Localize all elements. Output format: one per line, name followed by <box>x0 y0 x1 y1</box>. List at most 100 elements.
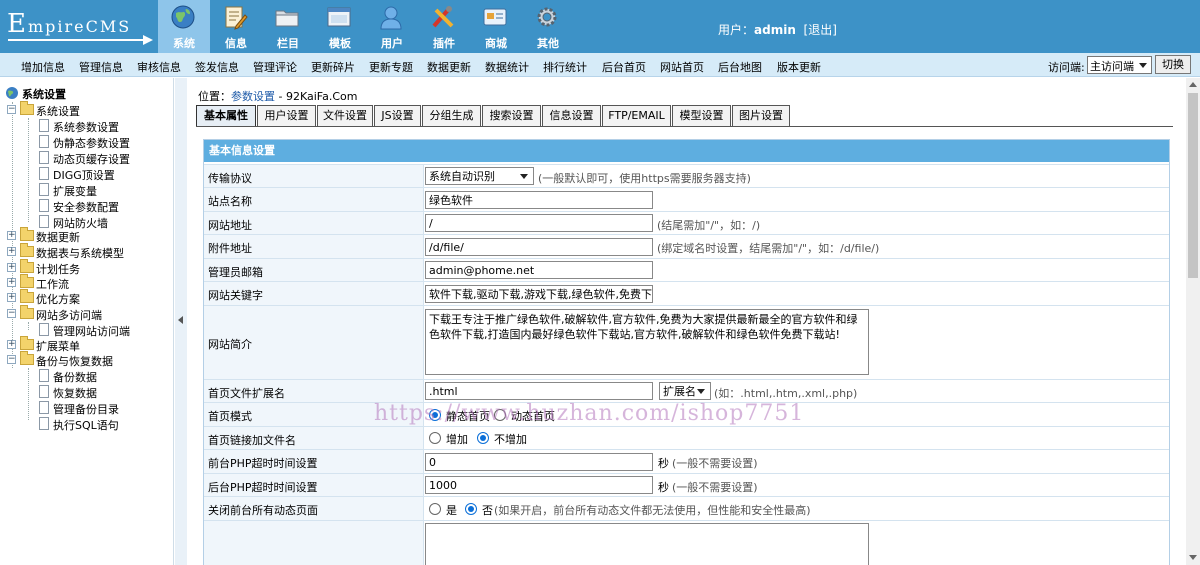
document-icon <box>39 385 49 398</box>
closedyn-yes-radio[interactable] <box>429 503 441 515</box>
menu-admin-map[interactable]: 后台地图 <box>718 59 762 75</box>
chevron-down-icon <box>1139 63 1147 68</box>
row-email: 管理员邮箱 admin@phome.net <box>204 258 1169 281</box>
next-textarea[interactable] <box>425 523 869 565</box>
expand-icon[interactable]: + <box>7 247 16 256</box>
row-fileurl: 附件地址 /d/file/ (绑定域名时设置，结尾需加"/"，如：/d/file… <box>204 234 1169 258</box>
tab-user[interactable]: 用户设置 <box>257 105 316 126</box>
ext-select[interactable]: 扩展名 <box>659 382 711 400</box>
visit-end-label: 访问端: <box>1048 61 1085 74</box>
nav-plugin[interactable]: 插件 <box>418 0 470 53</box>
menu-rank-stats[interactable]: 排行统计 <box>543 59 587 75</box>
protocol-select[interactable]: 系统自动识别 <box>425 167 534 185</box>
empirecms-logo[interactable]: EmpireCMS <box>0 0 157 53</box>
row-protocol: 传输协议 系统自动识别 (一般默认即可，使用https需要服务器支持) <box>204 164 1169 187</box>
siteurl-input[interactable]: / <box>425 214 653 232</box>
expand-icon[interactable]: + <box>7 340 16 349</box>
breadcrumb-link[interactable]: 参数设置 <box>231 90 275 103</box>
expand-icon[interactable]: + <box>7 231 16 240</box>
document-icon <box>39 151 49 164</box>
tab-js[interactable]: JS设置 <box>374 105 421 126</box>
intro-textarea[interactable]: 下载王专注于推广绿色软件,破解软件,官方软件,免费为大家提供最新最全的官方软件和… <box>425 309 869 375</box>
document-icon <box>39 215 49 228</box>
menu-manage-comments[interactable]: 管理评论 <box>253 59 297 75</box>
folder-icon <box>275 10 299 27</box>
collapse-icon[interactable]: − <box>7 309 16 318</box>
tab-file[interactable]: 文件设置 <box>317 105 373 126</box>
user-icon <box>380 6 402 30</box>
nav-template[interactable]: 模板 <box>314 0 366 53</box>
expand-icon[interactable]: + <box>7 293 16 302</box>
nav-column-label: 栏目 <box>277 37 299 50</box>
row-sitename: 站点名称 绿色软件 <box>204 187 1169 211</box>
closedyn-no-radio[interactable] <box>465 503 477 515</box>
row-keywords: 网站关键字 软件下载,驱动下载,游戏下载,绿色软件,免费下载 <box>204 281 1169 305</box>
menu-sign-info[interactable]: 签发信息 <box>195 59 239 75</box>
linkname-add-radio[interactable] <box>429 432 441 444</box>
expand-icon[interactable]: + <box>7 263 16 272</box>
tab-ftp-email[interactable]: FTP/EMAIL <box>602 105 671 126</box>
tab-model[interactable]: 模型设置 <box>672 105 731 126</box>
menu-update-topics[interactable]: 更新专题 <box>369 59 413 75</box>
menu-version-update[interactable]: 版本更新 <box>777 59 821 75</box>
tab-image[interactable]: 图片设置 <box>732 105 790 126</box>
collapse-icon[interactable]: − <box>7 105 16 114</box>
nav-user[interactable]: 用户 <box>366 0 418 53</box>
basic-settings-form: 基本信息设置 传输协议 系统自动识别 (一般默认即可，使用https需要服务器支… <box>203 139 1170 565</box>
vertical-scrollbar[interactable] <box>1186 78 1200 565</box>
row-next <box>204 520 1169 565</box>
collapse-icon[interactable]: − <box>7 355 16 364</box>
menu-data-update[interactable]: 数据更新 <box>427 59 471 75</box>
logout-link[interactable]: [退出] <box>804 23 837 37</box>
menu-admin-home[interactable]: 后台首页 <box>602 59 646 75</box>
menu-add-info[interactable]: 增加信息 <box>21 59 65 75</box>
tab-basic[interactable]: 基本属性 <box>196 105 256 127</box>
menu-site-home[interactable]: 网站首页 <box>660 59 704 75</box>
scroll-down-icon[interactable] <box>1189 555 1197 560</box>
visit-end-select[interactable]: 主访问端 <box>1087 56 1152 74</box>
keywords-input[interactable]: 软件下载,驱动下载,游戏下载,绿色软件,免费下载 <box>425 285 653 303</box>
form-header: 基本信息设置 <box>204 140 1169 162</box>
scroll-up-icon[interactable] <box>1189 82 1197 87</box>
folder-icon <box>20 259 34 273</box>
document-icon <box>39 199 49 212</box>
nav-other-label: 其他 <box>537 37 559 50</box>
nav-column[interactable]: 栏目 <box>262 0 314 53</box>
menu-update-fragments[interactable]: 更新碎片 <box>311 59 355 75</box>
folder-icon <box>20 101 34 115</box>
front-timeout-input[interactable]: 0 <box>425 453 653 471</box>
menu-manage-info[interactable]: 管理信息 <box>79 59 123 75</box>
folder-icon <box>20 243 34 257</box>
nav-shop[interactable]: 商城 <box>470 0 522 53</box>
switch-button[interactable]: 切换 <box>1155 55 1191 74</box>
row-ext: 首页文件扩展名 .html 扩展名 (如：.html,.htm,.xml,.ph… <box>204 379 1169 402</box>
tab-group[interactable]: 分组生成 <box>422 105 481 126</box>
row-intro: 网站简介 下载王专注于推广绿色软件,破解软件,官方软件,免费为大家提供最新最全的… <box>204 305 1169 379</box>
nav-info[interactable]: 信息 <box>210 0 262 53</box>
email-input[interactable]: admin@phome.net <box>425 261 653 279</box>
folder-icon <box>20 336 34 350</box>
window-icon <box>327 7 351 27</box>
top-header: EmpireCMS 系统 信息 栏目 模板 用户 插件 商城 其他 用户：adm… <box>0 0 1200 53</box>
document-icon <box>39 323 49 336</box>
fileurl-input[interactable]: /d/file/ <box>425 238 653 256</box>
folder-icon <box>20 274 34 288</box>
linkname-no-radio[interactable] <box>477 432 489 444</box>
expand-icon[interactable]: + <box>7 278 16 287</box>
sitename-input[interactable]: 绿色软件 <box>425 191 653 209</box>
nav-system[interactable]: 系统 <box>158 0 210 53</box>
tab-info[interactable]: 信息设置 <box>542 105 601 126</box>
watermark-text: https://www.huzhan.com/ishop7751 <box>374 401 805 426</box>
tab-search[interactable]: 搜索设置 <box>482 105 541 126</box>
back-timeout-input[interactable]: 1000 <box>425 476 653 494</box>
quick-menu-bar: 增加信息 管理信息 审核信息 签发信息 管理评论 更新碎片 更新专题 数据更新 … <box>0 53 1200 77</box>
ext-input[interactable]: .html <box>425 382 653 400</box>
nav-other[interactable]: 其他 <box>522 0 574 53</box>
document-icon <box>39 401 49 414</box>
menu-data-stats[interactable]: 数据统计 <box>485 59 529 75</box>
sidebar-collapse-handle[interactable] <box>175 78 187 565</box>
scroll-thumb[interactable] <box>1188 93 1198 278</box>
username: admin <box>754 23 796 37</box>
folder-icon <box>20 305 34 319</box>
menu-review-info[interactable]: 审核信息 <box>137 59 181 75</box>
